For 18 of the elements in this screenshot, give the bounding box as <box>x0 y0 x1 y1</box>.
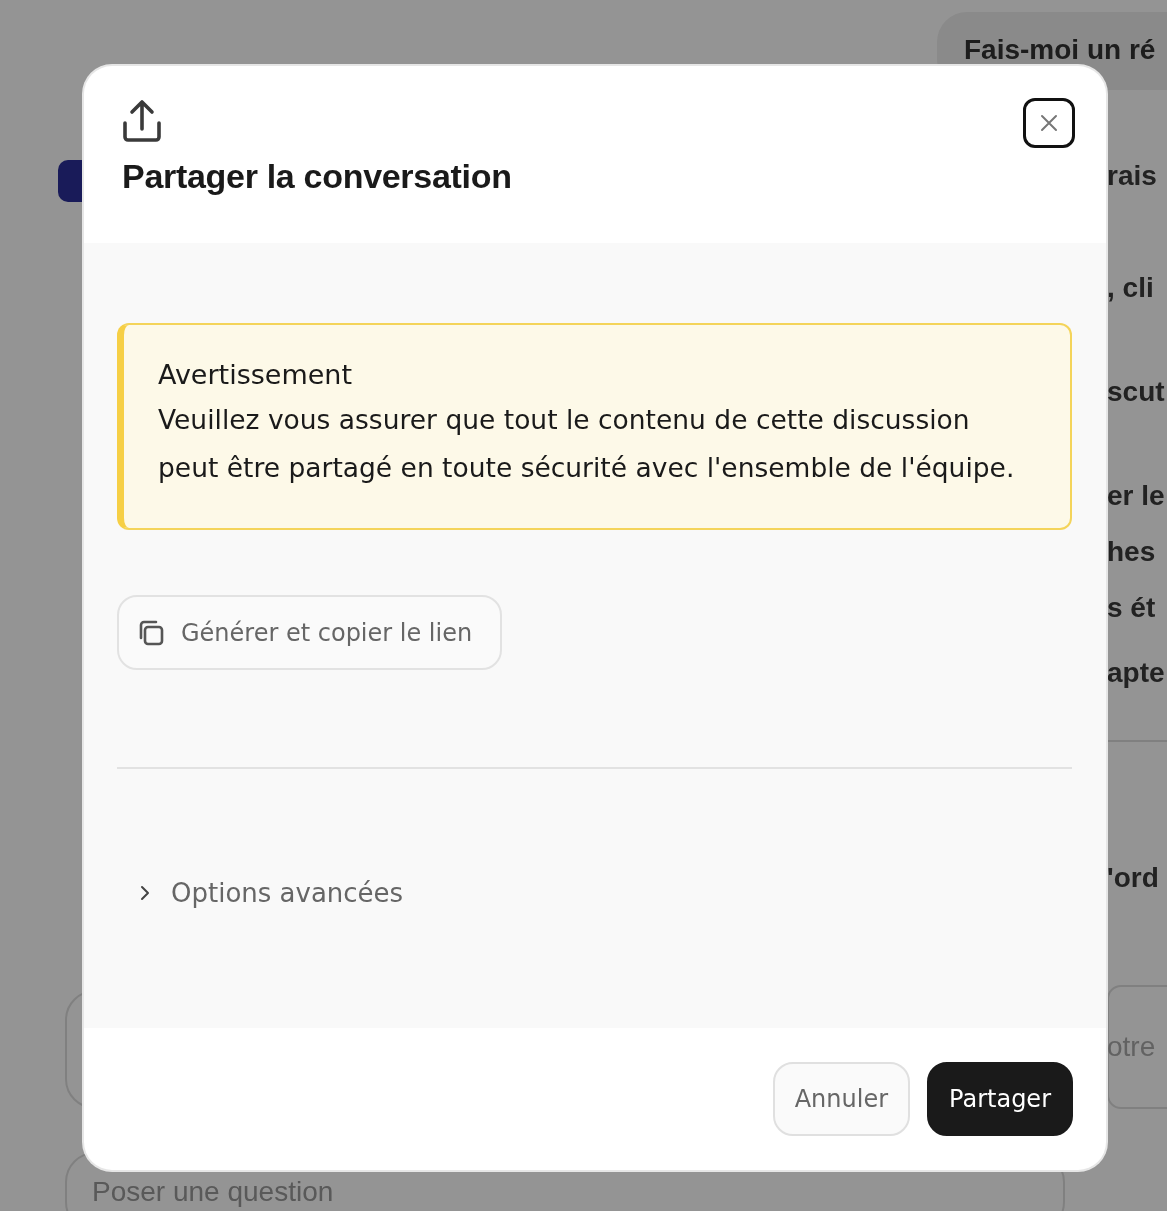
advanced-options-toggle[interactable]: Options avancées <box>137 874 404 912</box>
message-text: rais <box>1107 160 1157 192</box>
close-button[interactable] <box>1023 98 1075 148</box>
message-text: 'ord <box>1107 862 1159 894</box>
share-button[interactable]: Partager <box>927 1062 1073 1136</box>
cancel-button[interactable]: Annuler <box>772 1062 911 1136</box>
message-text: scut <box>1107 376 1165 408</box>
close-icon <box>1039 113 1059 133</box>
share-icon <box>122 99 162 143</box>
copy-link-button[interactable]: Générer et copier le lien <box>117 595 503 670</box>
message-text: hes <box>1107 536 1156 568</box>
message-text: apte <box>1107 657 1165 689</box>
message-text: s ét <box>1107 592 1156 624</box>
message-text: er le <box>1107 480 1165 512</box>
dialog-title: Partager la conversation <box>122 157 513 196</box>
message-text: , cli <box>1107 272 1154 304</box>
warning-text: Veuillez vous assurer que tout le contenu de cette discussion peut être partagé en toute sécurité avec l'ensemble de l'équipe. <box>158 403 1016 485</box>
warning-title: Avertissement <box>158 359 354 390</box>
